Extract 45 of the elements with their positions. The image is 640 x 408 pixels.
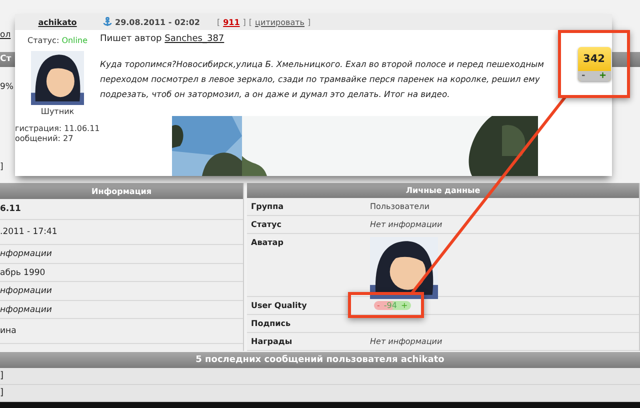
header-title: Информация	[92, 186, 152, 196]
field-label: Аватар	[250, 236, 284, 247]
post-date: 29.08.2011 - 02:02	[115, 18, 200, 26]
bracket: [	[248, 18, 252, 26]
profile-link[interactable]: ол	[0, 30, 11, 40]
post-text: Куда торопимся?Новосибирск,улица Б. Хмельницкого. Ехал во второй полосе и перед пешеходным переходом посмотрел в левое зеркало, сзади по трамвайке перся паренек на королке, решил ему подрезать, чтоб он затормозил, а он даже и думал это делать. Итог на видео.	[100, 58, 545, 101]
user-status: Статус: Online	[28, 36, 88, 45]
table-cell: ]	[0, 371, 4, 381]
field-value: нформации	[0, 304, 52, 314]
bracket: [	[216, 18, 220, 26]
bracket: ]	[242, 18, 246, 26]
avatar	[370, 236, 438, 299]
field-value: Нет информации	[369, 220, 442, 229]
user-rank: Шутник	[40, 107, 74, 116]
field-value: Пользователи	[369, 202, 430, 211]
quote-link[interactable]: цитировать	[255, 18, 305, 26]
rating-value: 342	[583, 52, 605, 67]
field-label: Награды	[250, 337, 294, 346]
page-text: ]	[0, 162, 4, 172]
quote-prefix: Пишет автор	[100, 34, 162, 44]
field-value: нформации	[0, 286, 52, 296]
field-value: 6.11	[0, 204, 21, 214]
minus-button[interactable]: -	[582, 72, 586, 80]
field-label: Группа	[250, 202, 284, 211]
field-value: абрь 1990	[0, 268, 46, 278]
field-value: Нет информации	[369, 337, 442, 346]
field-value: .2011 - 17:41	[0, 227, 58, 237]
author-link[interactable]: achikato	[15, 18, 100, 26]
field-value: нформации	[0, 249, 52, 259]
table-cell: ]	[0, 388, 4, 398]
anchor-icon[interactable]	[103, 17, 112, 27]
header-title: 5 последних сообщений пользователя achikato	[196, 355, 444, 365]
field-label: Статус	[250, 220, 282, 229]
page-text: 9%	[0, 82, 14, 92]
registration-date: гистрация: 11.06.11	[15, 124, 100, 133]
field-label: Подпись	[250, 319, 292, 328]
bracket: ]	[308, 18, 311, 26]
quote-author-link[interactable]: Sanches_387	[164, 34, 224, 44]
avatar	[31, 51, 84, 105]
section-title: Ст	[0, 54, 12, 64]
post-number-link[interactable]: 911	[223, 18, 240, 26]
header-title: Личные данные	[406, 186, 480, 195]
field-value: ина	[0, 326, 16, 336]
post-count: ообщений: 27	[15, 134, 74, 143]
field-label: User Quality	[250, 301, 308, 310]
